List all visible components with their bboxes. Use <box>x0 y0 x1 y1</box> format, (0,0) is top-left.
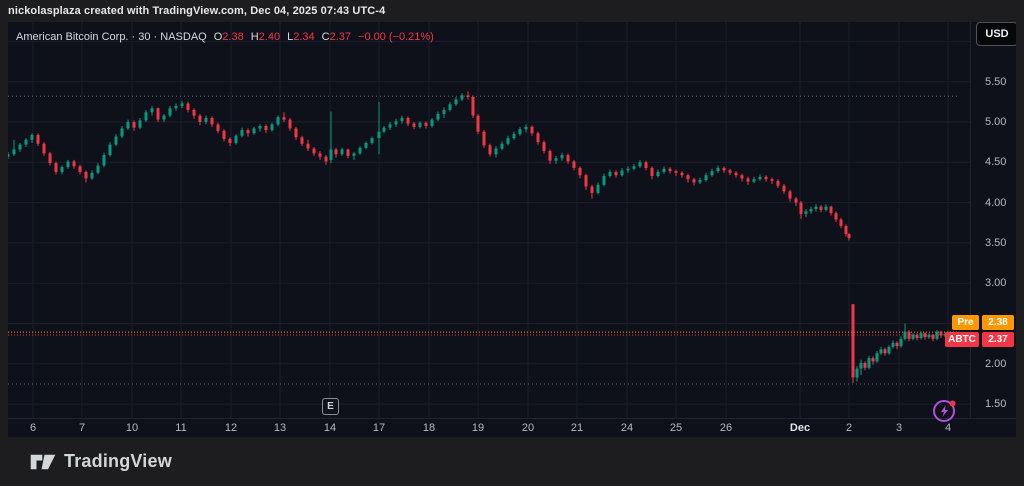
chart-panel: American Bitcoin Corp. · 30 · NASDAQ O2.… <box>8 22 1016 437</box>
ohlc-values: O2.38 H2.40 L2.34 C2.37 <box>214 31 351 43</box>
time-tick-label: 11 <box>175 422 186 434</box>
attribution-text: nickolasplaza created with TradingView.c… <box>8 5 385 17</box>
ohlc-pair: L2.34 <box>287 31 315 43</box>
time-tick-label: 6 <box>30 422 36 434</box>
price-tick-label: 5.50 <box>985 76 1006 88</box>
tradingview-snapshot: { "attribution": "nickolasplaza created … <box>0 0 1024 486</box>
time-tick-label: 25 <box>670 422 682 434</box>
snapshot-attribution-bar: nickolasplaza created with TradingView.c… <box>0 0 1024 22</box>
lightning-bolt-icon <box>941 406 948 418</box>
symbol-title: American Bitcoin Corp. · 30 · NASDAQ <box>16 31 207 43</box>
pre-market-price-label: Pre 2.38 <box>952 315 1014 330</box>
time-tick-label: 3 <box>896 422 902 434</box>
price-axis[interactable]: 6.005.505.004.504.003.503.002.001.50 <box>8 22 1016 418</box>
last-price-label: ABTC 2.37 <box>945 332 1014 347</box>
time-tick-label: 24 <box>621 422 633 434</box>
price-tick-label: 2.00 <box>985 358 1006 370</box>
time-tick-label: 10 <box>126 422 138 434</box>
earnings-marker[interactable]: E <box>322 398 339 415</box>
time-tick-label: 21 <box>571 422 583 434</box>
time-tick-label: 17 <box>373 422 385 434</box>
time-tick-label: 12 <box>225 422 237 434</box>
time-tick-label: 19 <box>472 422 484 434</box>
tradingview-logo-text[interactable]: TradingView <box>64 451 172 472</box>
notification-dot <box>950 401 956 407</box>
last-price-value: 2.37 <box>982 332 1014 347</box>
price-tick-label: 1.50 <box>985 398 1006 410</box>
pre-market-tag: Pre <box>952 315 979 330</box>
change-value: −0.00 (−0.21%) <box>358 31 434 43</box>
price-tick-label: 3.50 <box>985 237 1006 249</box>
time-tick-label: 20 <box>522 422 534 434</box>
ohlc-pair: H2.40 <box>251 31 280 43</box>
currency-button[interactable]: USD <box>976 22 1016 46</box>
price-tick-label: 4.00 <box>985 197 1006 209</box>
pre-market-value: 2.38 <box>982 315 1014 330</box>
ticker-tag: ABTC <box>945 332 979 347</box>
time-tick-label: Dec <box>790 422 810 434</box>
boost-rocket-icon[interactable] <box>931 397 959 425</box>
price-tick-label: 3.00 <box>985 277 1006 289</box>
price-tick-label: 4.50 <box>985 156 1006 168</box>
tradingview-logo-icon[interactable] <box>30 449 56 475</box>
symbol-legend[interactable]: American Bitcoin Corp. · 30 · NASDAQ O2.… <box>16 28 434 46</box>
price-tick-label: 5.00 <box>985 116 1006 128</box>
time-tick-label: 18 <box>423 422 435 434</box>
footer-bar: TradingView <box>0 437 1024 486</box>
ohlc-pair: C2.37 <box>322 31 351 43</box>
time-tick-label: 26 <box>720 422 732 434</box>
ohlc-pair: O2.38 <box>214 31 244 43</box>
time-tick-label: 13 <box>274 422 286 434</box>
time-tick-label: 14 <box>324 422 336 434</box>
time-tick-label: 2 <box>846 422 852 434</box>
time-axis[interactable]: 6710111213141718192021242526Dec234 <box>8 419 1016 437</box>
time-tick-label: 7 <box>79 422 85 434</box>
